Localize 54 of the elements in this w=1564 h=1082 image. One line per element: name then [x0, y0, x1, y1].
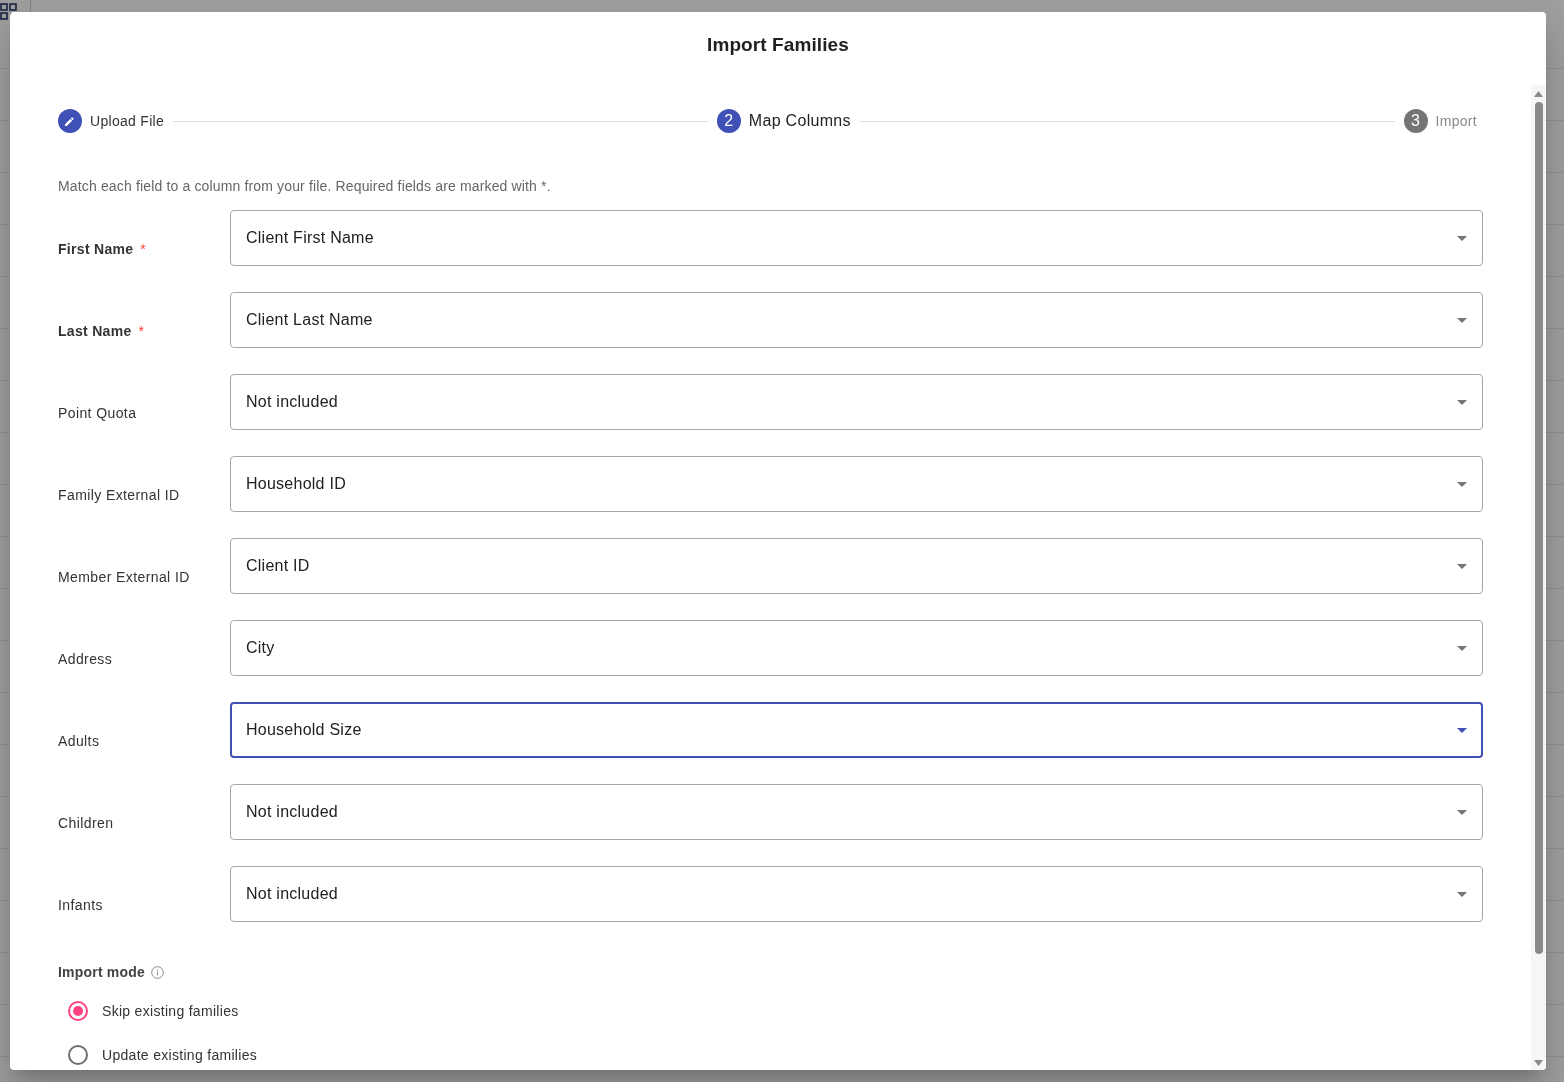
step-number: 3: [1403, 109, 1428, 133]
field-label: First Name: [58, 241, 134, 257]
column-select[interactable]: Client First Name: [230, 210, 1483, 266]
column-select[interactable]: City: [230, 620, 1483, 676]
select-value: Client Last Name: [246, 311, 373, 329]
field-label: Family External ID: [58, 487, 180, 503]
select-value: Client First Name: [246, 229, 374, 247]
up-arrow-icon[interactable]: [1534, 91, 1543, 97]
caret-icon: [1457, 399, 1467, 405]
column-select[interactable]: Not included: [230, 374, 1483, 430]
column-select[interactable]: Household Size: [230, 702, 1483, 758]
dialog-title: Import Families: [707, 33, 849, 57]
radio-option[interactable]: Update existing families: [58, 1033, 258, 1070]
step-number: 2: [716, 109, 741, 133]
radio-option[interactable]: Skip existing families: [58, 989, 239, 1033]
field-label: Infants: [58, 897, 103, 913]
pencil-icon: [58, 109, 82, 133]
select-value: Client ID: [246, 557, 310, 575]
column-select[interactable]: Client ID: [230, 538, 1483, 594]
scrollbar-thumb[interactable]: [1534, 102, 1543, 954]
down-arrow-icon[interactable]: [1534, 1060, 1543, 1066]
caret-icon: [1457, 645, 1467, 651]
column-select[interactable]: Not included: [230, 784, 1483, 840]
select-value: Household ID: [246, 475, 346, 493]
field-label: Children: [58, 815, 114, 831]
field-label: Address: [58, 651, 113, 667]
select-value: Not included: [246, 803, 338, 821]
select-value: Not included: [246, 393, 338, 411]
caret-icon: [1457, 235, 1467, 241]
column-select[interactable]: Not included: [230, 866, 1483, 922]
column-select[interactable]: Client Last Name: [230, 292, 1483, 348]
info-icon[interactable]: [151, 965, 164, 979]
column-select[interactable]: Household ID: [230, 456, 1483, 512]
field-label: Member External ID: [58, 569, 190, 585]
step-tab[interactable]: 2 Map Columns: [716, 109, 851, 133]
field-label: Adults: [58, 733, 100, 749]
field-label: Last Name: [58, 323, 132, 339]
field-label: Point Quota: [58, 405, 137, 421]
required-asterisk: *: [140, 241, 146, 257]
caret-icon: [1457, 481, 1467, 487]
select-value: City: [246, 639, 275, 657]
caret-icon: [1457, 317, 1467, 323]
step-tab[interactable]: 3 Import: [1403, 109, 1477, 133]
instructions-text: Match each field to a column from your file. Required fields are marked with *.: [58, 177, 552, 196]
step-tab[interactable]: Upload File: [58, 109, 165, 133]
select-value: Not included: [246, 885, 338, 903]
caret-icon: [1457, 727, 1467, 733]
import-mode-label: Import mode: [58, 963, 145, 982]
select-value: Household Size: [246, 721, 362, 739]
caret-icon: [1457, 563, 1467, 569]
caret-icon: [1457, 891, 1467, 897]
required-asterisk: *: [138, 323, 144, 339]
scrollbar[interactable]: [1531, 85, 1546, 1070]
caret-icon: [1457, 809, 1467, 815]
